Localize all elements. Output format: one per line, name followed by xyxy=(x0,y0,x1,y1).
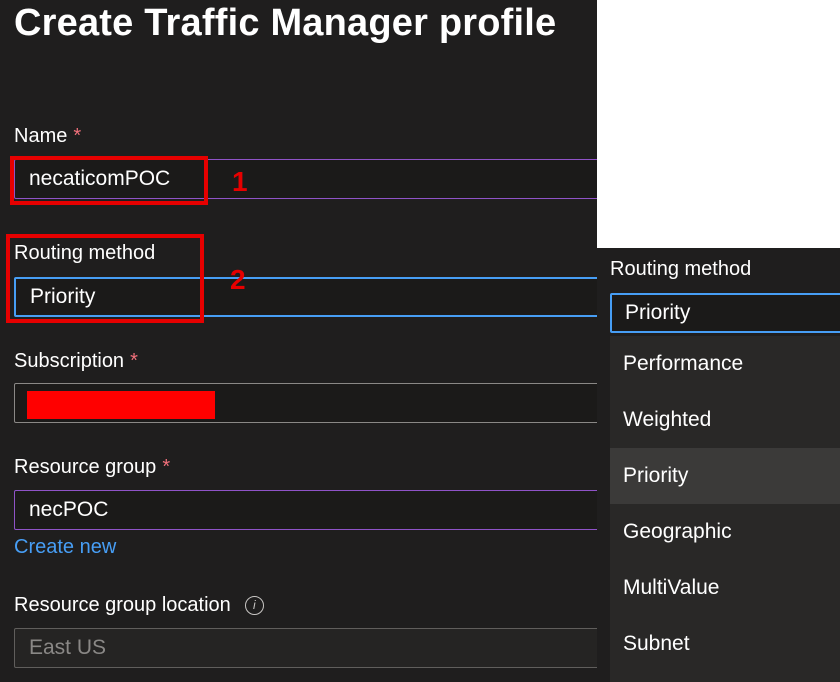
page-title: Create Traffic Manager profile xyxy=(14,2,557,44)
name-label: Name * xyxy=(14,125,81,148)
resource-group-select[interactable]: necPOC xyxy=(14,490,597,530)
resource-group-location-label-text: Resource group location xyxy=(14,594,231,616)
redaction-block xyxy=(27,391,215,419)
annotation-box-1 xyxy=(10,156,208,205)
subscription-label: Subscription * xyxy=(14,350,138,373)
name-required-mark: * xyxy=(73,125,82,147)
resource-group-location-select: East US xyxy=(14,628,597,668)
resource-group-label-text: Resource group xyxy=(14,456,157,478)
dropdown-routing-method-label: Routing method xyxy=(610,258,752,280)
dropdown-options-list: Performance Weighted Priority Geographic… xyxy=(610,336,840,682)
option-geographic[interactable]: Geographic xyxy=(610,504,840,560)
annotation-number-1: 1 xyxy=(232,166,248,197)
annotation-box-2 xyxy=(6,234,204,323)
resource-group-required-mark: * xyxy=(162,456,171,478)
resource-group-value: necPOC xyxy=(29,498,109,521)
create-profile-panel: Create Traffic Manager profile Name * nec… xyxy=(0,0,597,682)
resource-group-location-value: East US xyxy=(29,636,107,659)
name-label-text: Name xyxy=(14,125,68,147)
create-new-link[interactable]: Create new xyxy=(14,536,116,559)
option-multivalue[interactable]: MultiValue xyxy=(610,560,840,616)
option-subnet[interactable]: Subnet xyxy=(610,616,840,672)
resource-group-label: Resource group * xyxy=(14,456,170,479)
option-priority[interactable]: Priority xyxy=(610,448,840,504)
dropdown-routing-method-select[interactable]: Priority xyxy=(610,293,840,333)
resource-group-location-label: Resource group location i xyxy=(14,594,264,617)
subscription-required-mark: * xyxy=(130,350,138,372)
dropdown-selected-value: Priority xyxy=(625,301,691,324)
subscription-label-text: Subscription xyxy=(14,350,125,372)
subscription-select[interactable] xyxy=(14,383,597,423)
annotation-number-2: 2 xyxy=(230,264,246,295)
option-performance[interactable]: Performance xyxy=(610,336,840,392)
option-weighted[interactable]: Weighted xyxy=(610,392,840,448)
routing-method-dropdown-panel: Routing method Priority Performance Weig… xyxy=(597,248,840,682)
info-icon[interactable]: i xyxy=(244,596,264,615)
